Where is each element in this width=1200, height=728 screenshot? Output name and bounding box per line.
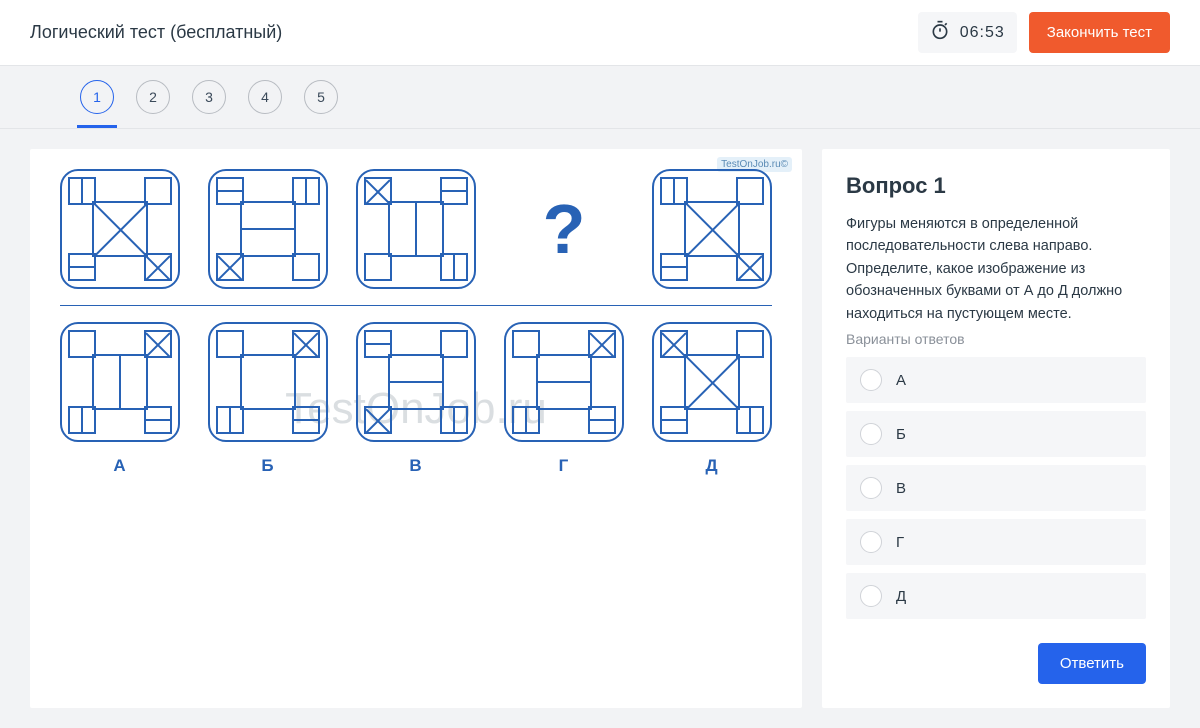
option-c[interactable]: В	[846, 465, 1146, 511]
nav-q3[interactable]: 3	[192, 80, 226, 114]
finish-button[interactable]: Закончить тест	[1029, 12, 1170, 53]
answer-tile-c	[356, 322, 476, 442]
option-label: Б	[896, 426, 906, 443]
question-title: Вопрос 1	[846, 173, 1146, 199]
submit-button[interactable]: Ответить	[1038, 643, 1146, 684]
answer-b: Б	[208, 322, 328, 476]
seq-tile-1	[60, 169, 180, 289]
question-text: Фигуры меняются в определенной последова…	[846, 213, 1146, 325]
divider	[60, 305, 772, 306]
puzzle-panel: TestOnJob.ru© ?	[30, 149, 802, 708]
options-label: Варианты ответов	[846, 331, 1146, 347]
answer-c: В	[356, 322, 476, 476]
radio-icon	[860, 423, 882, 445]
option-label: В	[896, 480, 906, 497]
answer-row: TestOnJob.ru А Б	[60, 322, 772, 476]
option-label: А	[896, 372, 906, 389]
nav-q1[interactable]: 1	[80, 80, 114, 114]
answer-label-d: Г	[559, 456, 570, 476]
options-list: А Б В Г Д	[846, 357, 1146, 619]
answer-e: Д	[652, 322, 772, 476]
answer-tile-d	[504, 322, 624, 442]
timer: 06:53	[918, 12, 1017, 53]
question-panel: Вопрос 1 Фигуры меняются в определенной …	[822, 149, 1170, 708]
test-title: Логический тест (бесплатный)	[30, 22, 282, 43]
main: TestOnJob.ru© ?	[0, 129, 1200, 728]
option-e[interactable]: Д	[846, 573, 1146, 619]
answer-label-c: В	[409, 456, 422, 476]
option-label: Г	[896, 534, 904, 551]
answer-a: А	[60, 322, 180, 476]
option-a[interactable]: А	[846, 357, 1146, 403]
nav-q2[interactable]: 2	[136, 80, 170, 114]
answer-label-b: Б	[261, 456, 274, 476]
seq-tile-5	[652, 169, 772, 289]
sequence-row: ?	[60, 169, 772, 289]
question-mark-slot: ?	[504, 189, 624, 269]
stopwatch-icon	[930, 20, 950, 45]
seq-tile-3	[356, 169, 476, 289]
timer-value: 06:53	[960, 24, 1005, 42]
nav-q5[interactable]: 5	[304, 80, 338, 114]
seq-tile-2	[208, 169, 328, 289]
answer-tile-e	[652, 322, 772, 442]
radio-icon	[860, 585, 882, 607]
answer-label-e: Д	[705, 456, 718, 476]
answer-d: Г	[504, 322, 624, 476]
answer-tile-b	[208, 322, 328, 442]
answer-tile-a	[60, 322, 180, 442]
question-nav: 1 2 3 4 5	[0, 65, 1200, 129]
header: Логический тест (бесплатный) 06:53 Закон…	[0, 0, 1200, 65]
radio-icon	[860, 531, 882, 553]
radio-icon	[860, 369, 882, 391]
option-label: Д	[896, 588, 906, 605]
header-right: 06:53 Закончить тест	[918, 12, 1170, 53]
submit-wrap: Ответить	[846, 643, 1146, 684]
answer-label-a: А	[113, 456, 126, 476]
nav-q4[interactable]: 4	[248, 80, 282, 114]
radio-icon	[860, 477, 882, 499]
option-b[interactable]: Б	[846, 411, 1146, 457]
option-d[interactable]: Г	[846, 519, 1146, 565]
